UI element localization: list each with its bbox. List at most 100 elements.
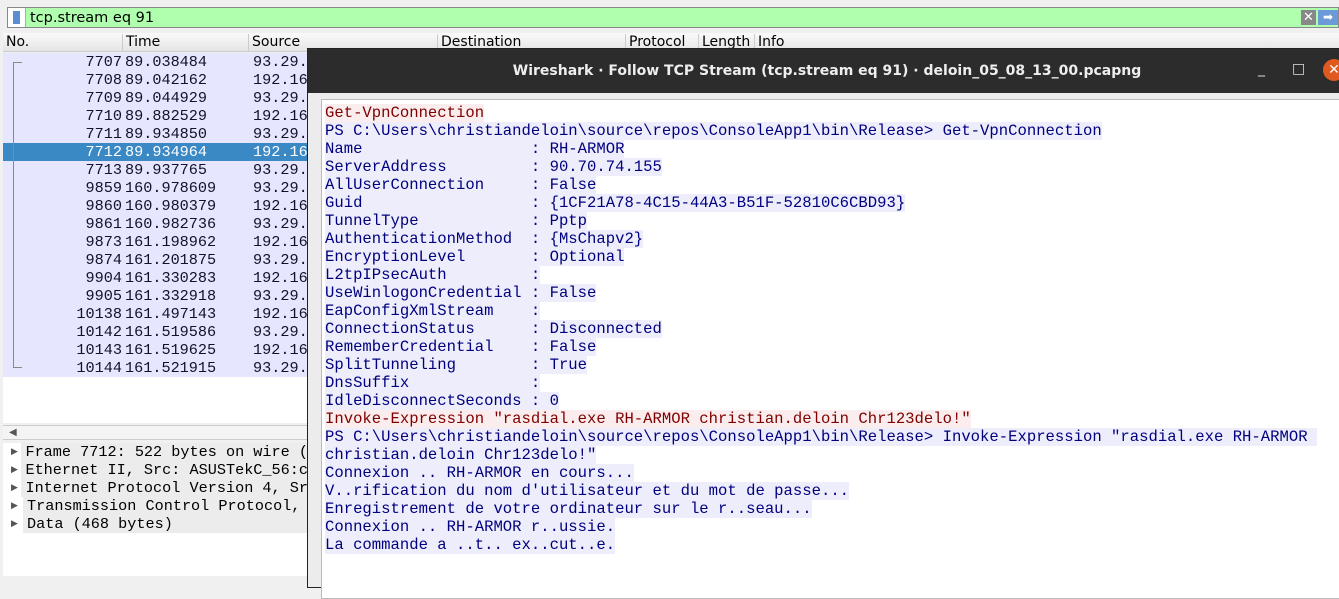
expand-arrow-icon[interactable]: ▶ — [3, 501, 23, 511]
expand-arrow-icon[interactable]: ▶ — [3, 447, 21, 457]
filter-input[interactable]: tcp.stream eq 91 — [30, 10, 1301, 26]
packet-row[interactable]: 9859 160.978609 93.29. — [3, 179, 308, 197]
dialog-titlebar: Wireshark · Follow TCP Stream (tcp.strea… — [308, 49, 1339, 93]
server-line: Connexion .. RH-ARMOR r..ussie. — [325, 518, 616, 536]
maximize-button[interactable]: □ — [1292, 61, 1305, 77]
packet-no: 9873 — [85, 233, 122, 251]
packet-time: 161.332918 — [125, 287, 217, 305]
packet-time: 160.978609 — [125, 179, 217, 197]
packet-time: 89.937765 — [125, 161, 208, 179]
packet-source: 93.29. — [253, 161, 308, 179]
server-line: Connexion .. RH-ARMOR en cours... — [325, 464, 634, 482]
server-line: Enregistrement de votre ordinateur sur l… — [325, 500, 812, 518]
detail-text: Transmission Control Protocol, — [23, 497, 308, 515]
detail-tree-item[interactable]: ▶ Ethernet II, Src: ASUSTekC_56:c — [3, 461, 308, 479]
server-line: ConnectionStatus : Disconnected — [325, 320, 662, 338]
server-line: Name : RH-ARMOR — [325, 140, 625, 158]
packet-time: 161.198962 — [125, 233, 217, 251]
packet-no: 9860 — [85, 197, 122, 215]
packet-source: 93.29. — [253, 323, 308, 341]
clear-filter-icon[interactable]: ✕ — [1301, 10, 1316, 25]
server-line: DnsSuffix : — [325, 374, 541, 392]
packet-row[interactable]: 10143 161.519625 192.16 — [3, 341, 308, 359]
packet-time: 160.982736 — [125, 215, 217, 233]
packet-time: 160.980379 — [125, 197, 217, 215]
packet-source: 93.29. — [253, 251, 308, 269]
packet-row[interactable]: 9874 161.201875 93.29. — [3, 251, 308, 269]
dialog-title: Wireshark · Follow TCP Stream (tcp.strea… — [512, 63, 1142, 79]
detail-text: Internet Protocol Version 4, Sr — [21, 479, 308, 497]
column-time[interactable]: Time — [122, 34, 160, 52]
expand-arrow-icon[interactable]: ▶ — [3, 519, 23, 529]
close-button[interactable]: ✕ — [1323, 59, 1339, 81]
server-line: christian.deloin Chr123delo!" — [325, 446, 597, 464]
packet-row[interactable]: 7710 89.882529 192.16 — [3, 107, 308, 125]
detail-tree-item[interactable]: ▶ Transmission Control Protocol, — [3, 497, 308, 515]
minimize-button[interactable]: _ — [1258, 61, 1265, 77]
column-no[interactable]: No. — [3, 34, 29, 52]
packet-time: 161.519625 — [125, 341, 217, 359]
packet-no: 10143 — [76, 341, 122, 359]
column-source[interactable]: Source — [248, 34, 300, 52]
server-line: L2tpIPsecAuth : — [325, 266, 541, 284]
horizontal-scrollbar[interactable]: ◀ — [3, 425, 308, 440]
packet-no: 9874 — [85, 251, 122, 269]
display-filter-bar[interactable]: tcp.stream eq 91 ✕ ➡ — [7, 7, 1339, 28]
server-line: PS C:\Users\christiandeloin\source\repos… — [325, 428, 1317, 446]
detail-text: Data (468 bytes) — [23, 515, 308, 533]
server-line: PS C:\Users\christiandeloin\source\repos… — [325, 122, 1102, 140]
apply-filter-icon[interactable]: ➡ — [1318, 10, 1338, 25]
packet-row[interactable]: 7712 89.934964 192.16 — [3, 143, 308, 161]
packet-source: 93.29. — [253, 179, 308, 197]
server-line: La commande a ..t.. ex..cut..e. — [325, 536, 616, 554]
packet-source: 192.16 — [253, 341, 308, 359]
packet-row[interactable]: 9861 160.982736 93.29. — [3, 215, 308, 233]
packet-time: 89.934850 — [125, 125, 208, 143]
packet-row[interactable]: 9873 161.198962 192.16 — [3, 233, 308, 251]
packet-no: 9861 — [85, 215, 122, 233]
packet-time: 89.042162 — [125, 71, 208, 89]
expand-arrow-icon[interactable]: ▶ — [3, 483, 21, 493]
packet-no: 7708 — [85, 71, 122, 89]
detail-text: Frame 7712: 522 bytes on wire ( — [21, 443, 308, 461]
packet-time: 161.330283 — [125, 269, 217, 287]
packet-row[interactable]: 10138 161.497143 192.16 — [3, 305, 308, 323]
stream-content[interactable]: Get-VpnConnection PS C:\Users\christiande… — [321, 99, 1339, 599]
packet-row[interactable]: 10144 161.521915 93.29. — [3, 359, 308, 377]
packet-no: 9859 — [85, 179, 122, 197]
expand-arrow-icon[interactable]: ▶ — [3, 465, 21, 475]
client-line: Invoke-Expression "rasdial.exe RH-ARMOR … — [325, 410, 971, 428]
detail-tree-item[interactable]: ▶ Data (468 bytes) — [3, 515, 308, 533]
detail-tree-item[interactable]: ▶ Internet Protocol Version 4, Sr — [3, 479, 308, 497]
packet-no: 7711 — [85, 125, 122, 143]
packet-row[interactable]: 9905 161.332918 93.29. — [3, 287, 308, 305]
packet-row[interactable]: 9860 160.980379 192.16 — [3, 197, 308, 215]
server-line: EncryptionLevel : Optional — [325, 248, 625, 266]
server-line: TunnelType : Pptp — [325, 212, 588, 230]
packet-time: 89.882529 — [125, 107, 208, 125]
bookmark-icon[interactable] — [8, 8, 26, 27]
packet-list: 7707 89.038484 93.29. 7708 89.042162 192.16 77… — [3, 53, 308, 423]
packet-no: 7707 — [85, 53, 122, 71]
server-line: RememberCredential : False — [325, 338, 597, 356]
packet-source: 192.16 — [253, 305, 308, 323]
packet-source: 192.16 — [253, 269, 308, 287]
packet-source: 192.16 — [253, 71, 308, 89]
packet-source: 192.16 — [253, 143, 308, 161]
packet-row[interactable]: 7708 89.042162 192.16 — [3, 71, 308, 89]
packet-source: 93.29. — [253, 359, 308, 377]
packet-row[interactable]: 7711 89.934850 93.29. — [3, 125, 308, 143]
detail-tree-item[interactable]: ▶ Frame 7712: 522 bytes on wire ( — [3, 443, 308, 461]
server-line: ServerAddress : 90.70.74.155 — [325, 158, 662, 176]
packet-row[interactable]: 10142 161.519586 93.29. — [3, 323, 308, 341]
packet-no: 10138 — [76, 305, 122, 323]
packet-time: 161.201875 — [125, 251, 217, 269]
packet-row[interactable]: 9904 161.330283 192.16 — [3, 269, 308, 287]
packet-row[interactable]: 7709 89.044929 93.29. — [3, 89, 308, 107]
packet-row[interactable]: 7707 89.038484 93.29. — [3, 53, 308, 71]
server-line: AllUserConnection : False — [325, 176, 597, 194]
packet-no: 9904 — [85, 269, 122, 287]
packet-no: 10142 — [76, 323, 122, 341]
packet-row[interactable]: 7713 89.937765 93.29. — [3, 161, 308, 179]
packet-source: 93.29. — [253, 287, 308, 305]
